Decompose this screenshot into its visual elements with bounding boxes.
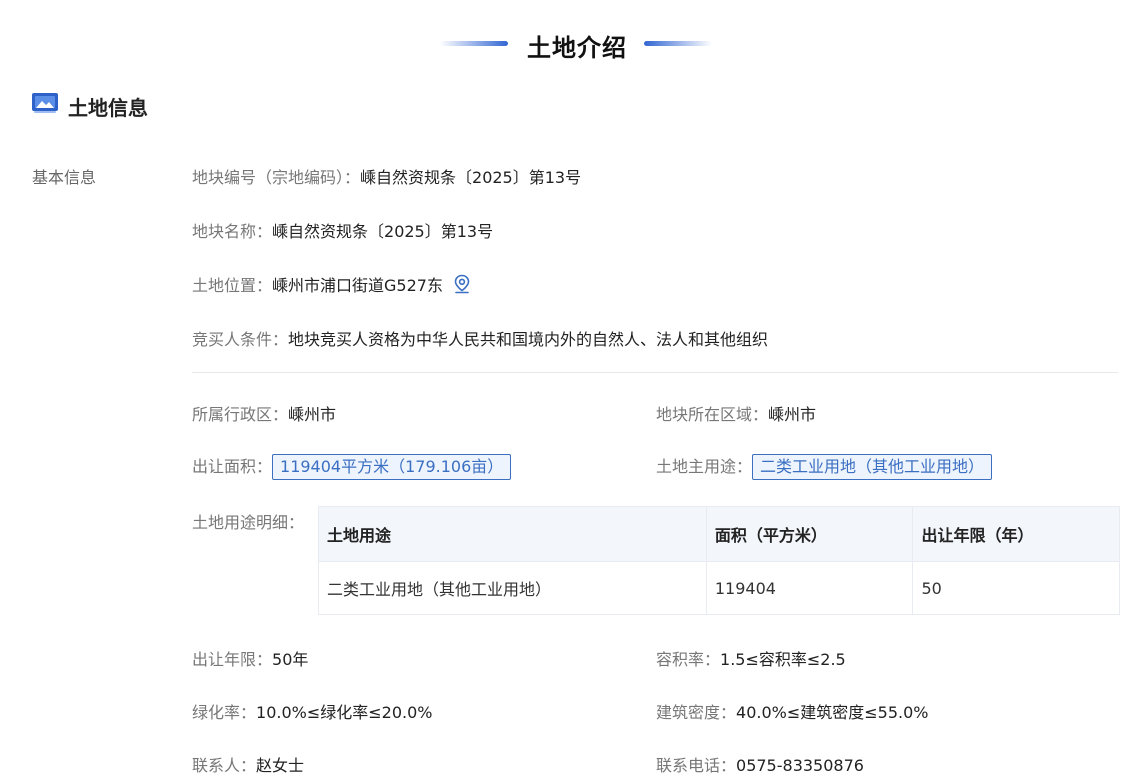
main-use-row: 土地主用途： 二类工业用地（其他工业用地） (656, 453, 993, 480)
far-label: 容积率： (656, 650, 721, 669)
parcel-code-row: 地块编号（宗地编码）：嵊自然资规条〔2025〕第13号 (192, 164, 581, 188)
main-use-label: 土地主用途： (656, 457, 753, 476)
table-header-use: 土地用途 (318, 506, 707, 562)
district-label: 所属行政区： (192, 405, 289, 424)
basic-info-label: 基本信息 (32, 168, 97, 187)
table-row: 二类工业用地（其他工业用地） 119404 50 (318, 561, 1120, 615)
bidder-condition-row: 竞买人条件：地块竞买人资格为中华人民共和国境内外的自然人、法人和其他组织 (192, 326, 768, 350)
area-region-value: 嵊州市 (768, 405, 817, 424)
green-rate-value: 10.0%≤绿化率≤20.0% (256, 703, 433, 722)
location-value: 嵊州市浦口街道G527东 (272, 276, 443, 295)
bidder-condition-value: 地块竞买人资格为中华人民共和国境内外的自然人、法人和其他组织 (288, 330, 769, 349)
page-title: 土地介绍 (527, 34, 627, 62)
image-icon (32, 93, 58, 113)
parcel-code-label: 地块编号（宗地编码）： (192, 168, 361, 187)
green-rate-label: 绿化率： (192, 703, 257, 722)
bidder-condition-label: 竞买人条件： (192, 330, 289, 349)
parcel-code-value: 嵊自然资规条〔2025〕第13号 (360, 168, 582, 187)
location-pin-icon[interactable] (453, 274, 471, 294)
parcel-name-row: 地块名称：嵊自然资规条〔2025〕第13号 (192, 218, 493, 242)
parcel-name-label: 地块名称： (192, 222, 273, 241)
parcel-name-value: 嵊自然资规条〔2025〕第13号 (272, 222, 494, 241)
use-detail-label: 土地用途明细： (192, 513, 305, 532)
table-header-row: 土地用途 面积（平方米） 出让年限（年） (318, 506, 1120, 562)
location-row: 土地位置：嵊州市浦口街道G527东 (192, 272, 471, 296)
table-cell-term: 50 (912, 561, 1120, 615)
term-row: 出让年限：50年 (192, 646, 308, 670)
density-row: 建筑密度：40.0%≤建筑密度≤55.0% (656, 699, 929, 723)
far-row: 容积率：1.5≤容积率≤2.5 (656, 646, 846, 670)
phone-row: 联系电话：0575-83350876 (656, 752, 864, 776)
term-value: 50年 (272, 650, 309, 669)
phone-label: 联系电话： (656, 756, 737, 775)
green-rate-row: 绿化率：10.0%≤绿化率≤20.0% (192, 699, 433, 723)
phone-value: 0575-83350876 (736, 756, 864, 775)
table-cell-area: 119404 (705, 561, 914, 615)
title-decoration-left (440, 41, 508, 46)
area-region-row: 地块所在区域：嵊州市 (656, 401, 816, 425)
location-label: 土地位置： (192, 276, 273, 295)
far-value: 1.5≤容积率≤2.5 (720, 650, 846, 669)
transfer-area-tag: 119404平方米（179.106亩） (272, 454, 512, 480)
density-value: 40.0%≤建筑密度≤55.0% (736, 703, 929, 722)
district-row: 所属行政区：嵊州市 (192, 401, 336, 425)
contact-row: 联系人：赵女士 (192, 752, 304, 776)
table-cell-use: 二类工业用地（其他工业用地） (318, 561, 707, 615)
main-use-tag: 二类工业用地（其他工业用地） (752, 454, 993, 480)
transfer-area-row: 出让面积： 119404平方米（179.106亩） (192, 453, 512, 480)
transfer-area-label: 出让面积： (192, 457, 273, 476)
title-decoration-right (644, 41, 712, 46)
density-label: 建筑密度： (656, 703, 737, 722)
table-header-area: 面积（平方米） (705, 506, 914, 562)
divider (192, 372, 1118, 373)
land-use-table: 土地用途 面积（平方米） 出让年限（年） 二类工业用地（其他工业用地） 1194… (318, 506, 1120, 615)
contact-label: 联系人： (192, 756, 257, 775)
table-header-term: 出让年限（年） (912, 506, 1120, 562)
use-detail-row: 土地用途明细： (192, 509, 304, 533)
district-value: 嵊州市 (288, 405, 337, 424)
contact-value: 赵女士 (256, 756, 305, 775)
section-title: 土地信息 (68, 96, 148, 120)
term-label: 出让年限： (192, 650, 273, 669)
page-header: 土地介绍 (0, 28, 1141, 62)
area-region-label: 地块所在区域： (656, 405, 769, 424)
